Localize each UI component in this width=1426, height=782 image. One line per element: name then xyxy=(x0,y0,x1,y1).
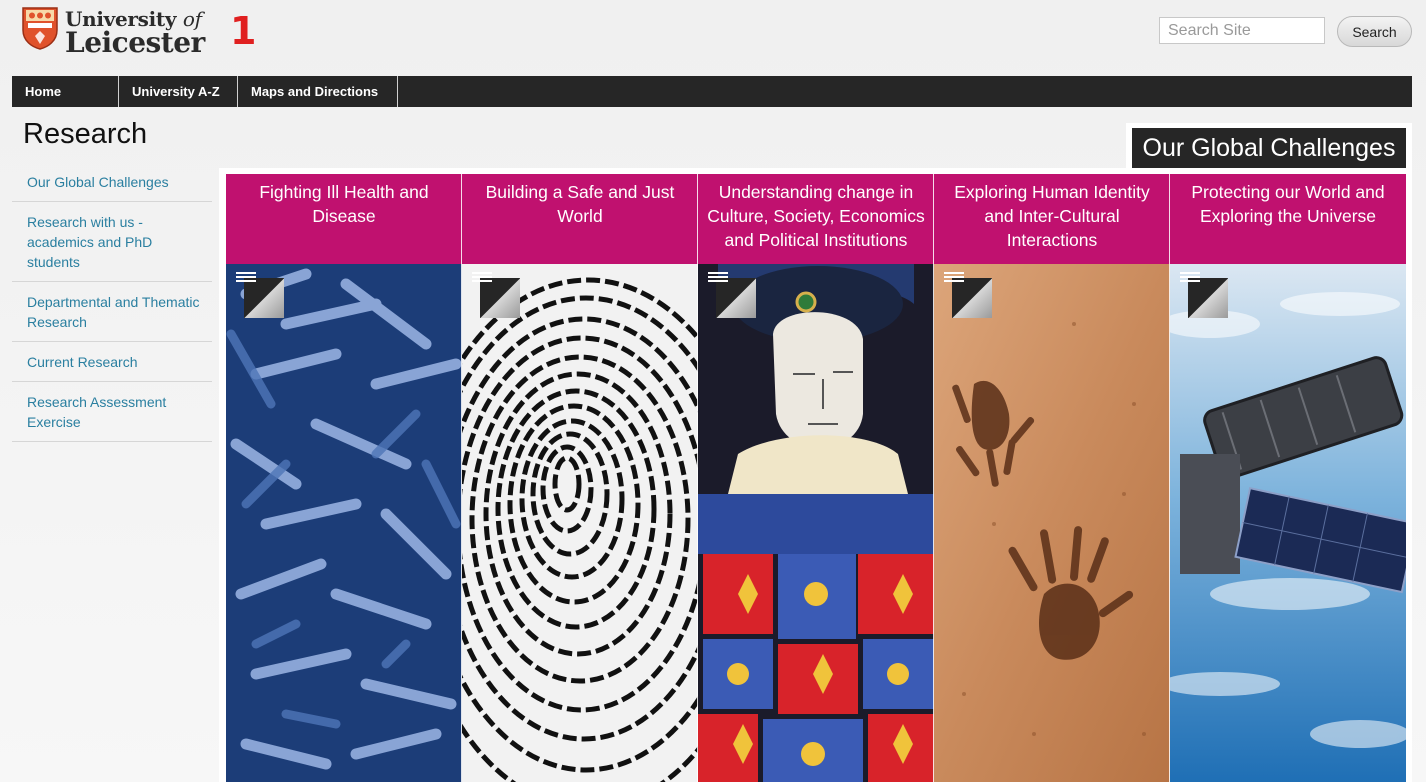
university-logo[interactable]: University of Leicester xyxy=(22,6,222,59)
challenge-tile-title: Exploring Human Identity and Inter-Cultu… xyxy=(934,174,1170,264)
crest-shield-icon xyxy=(22,7,58,50)
nav-item-university-a-z[interactable]: University A-Z xyxy=(119,76,238,107)
challenge-tile-title: Understanding change in Culture, Society… xyxy=(698,174,934,264)
sidebar-item-research-with-us[interactable]: Research with us - academics and PhD stu… xyxy=(12,202,212,282)
search-button[interactable]: Search xyxy=(1337,16,1412,47)
sidebar-item-current-research[interactable]: Current Research xyxy=(12,342,212,382)
menu-icon[interactable] xyxy=(708,272,728,286)
bacteria-image xyxy=(226,264,462,782)
menu-icon[interactable] xyxy=(472,272,492,286)
page-title: Research xyxy=(23,118,148,150)
nav-item-maps-directions[interactable]: Maps and Directions xyxy=(238,76,398,107)
stained-glass-image xyxy=(698,264,934,782)
satellite-image xyxy=(1170,264,1406,782)
main-nav: Home University A-Z Maps and Directions xyxy=(12,76,1412,107)
tile-divider xyxy=(461,174,462,782)
sidebar-item-global-challenges[interactable]: Our Global Challenges xyxy=(12,162,212,202)
sidebar-nav: Our Global Challenges Research with us -… xyxy=(12,162,212,442)
challenge-tile-health[interactable]: Fighting Ill Health and Disease xyxy=(226,174,462,782)
challenge-tile-protect-world[interactable]: Protecting our World and Exploring the U… xyxy=(1170,174,1406,782)
logo-wordmark-bottom: Leicester xyxy=(65,26,205,59)
challenge-tile-human-identity[interactable]: Exploring Human Identity and Inter-Cultu… xyxy=(934,174,1170,782)
sidebar-item-research-assessment[interactable]: Research Assessment Exercise xyxy=(12,382,212,442)
menu-icon[interactable] xyxy=(236,272,256,286)
annotation-marker: 1 xyxy=(230,9,257,53)
menu-icon[interactable] xyxy=(1180,272,1200,286)
tile-divider xyxy=(697,174,698,782)
tile-divider xyxy=(1169,174,1170,782)
tile-divider xyxy=(933,174,934,782)
sidebar-item-departmental-research[interactable]: Departmental and Thematic Research xyxy=(12,282,212,342)
challenges-heading: Our Global Challenges xyxy=(1132,128,1406,168)
menu-icon[interactable] xyxy=(944,272,964,286)
handprints-image xyxy=(934,264,1170,782)
challenge-tile-safe-world[interactable]: Building a Safe and Just World xyxy=(462,174,698,782)
search-input[interactable] xyxy=(1159,17,1325,44)
challenge-tile-title: Building a Safe and Just World xyxy=(462,174,698,264)
challenge-tile-title: Fighting Ill Health and Disease xyxy=(226,174,462,264)
challenge-tile-culture-society[interactable]: Understanding change in Culture, Society… xyxy=(698,174,934,782)
nav-item-home[interactable]: Home xyxy=(12,76,119,107)
challenge-tile-title: Protecting our World and Exploring the U… xyxy=(1170,174,1406,264)
fingerprint-image xyxy=(462,264,698,782)
